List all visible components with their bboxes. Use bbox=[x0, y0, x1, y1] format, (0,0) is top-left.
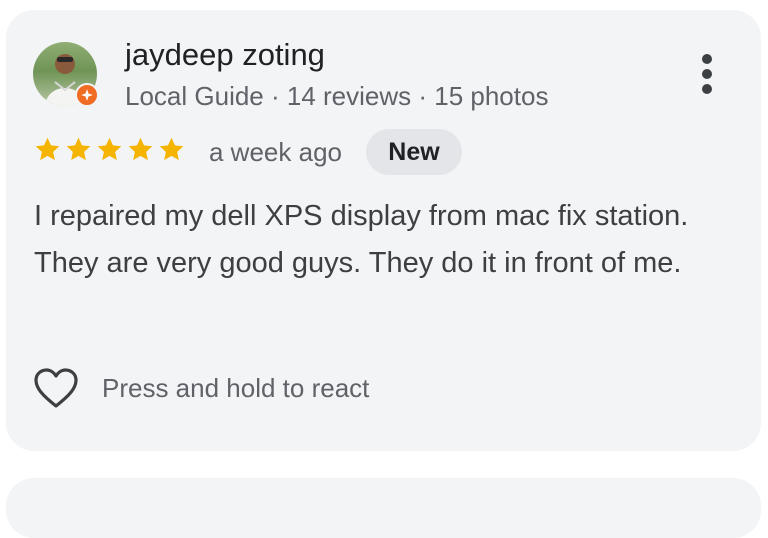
react-label: Press and hold to react bbox=[102, 372, 370, 403]
star-icon bbox=[128, 137, 153, 161]
react-button[interactable]: Press and hold to react bbox=[32, 364, 369, 412]
review-text: I repaired my dell XPS display from mac … bbox=[34, 200, 689, 279]
star-icon bbox=[159, 137, 184, 161]
author-name[interactable]: jaydeep zoting bbox=[125, 37, 325, 73]
local-guide-badge-icon bbox=[75, 83, 99, 107]
star-icon bbox=[35, 137, 60, 161]
star-icon bbox=[66, 137, 91, 161]
review-time: a week ago bbox=[209, 137, 342, 167]
avatar[interactable] bbox=[33, 42, 99, 107]
next-review-card bbox=[6, 478, 761, 538]
heart-outline-icon[interactable] bbox=[32, 366, 80, 410]
star-rating bbox=[34, 136, 185, 166]
new-badge: New bbox=[366, 129, 462, 175]
more-vert-icon[interactable] bbox=[692, 52, 722, 96]
author-meta: Local Guide · 14 reviews · 15 photos bbox=[125, 81, 549, 111]
star-icon bbox=[97, 137, 122, 161]
